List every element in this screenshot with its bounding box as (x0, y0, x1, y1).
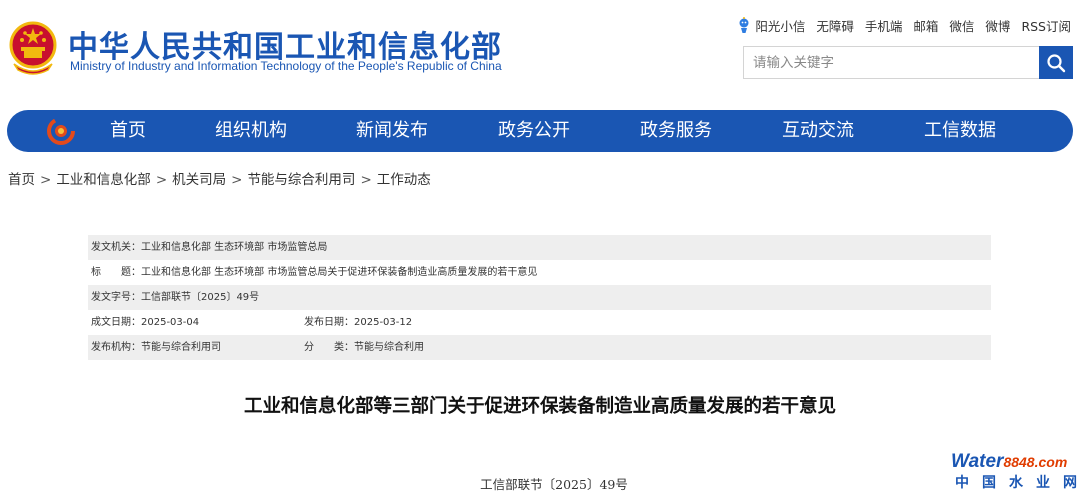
miit-logo-icon[interactable] (47, 117, 75, 145)
top-link-mobile[interactable]: 手机端 (865, 16, 903, 35)
top-links: 阳光小信 无障碍 手机端 邮箱 微信 微博 RSS订阅 (737, 16, 1071, 35)
info-docno-value: 工信部联节〔2025〕49号 (141, 292, 260, 303)
nav-item-home[interactable]: 首页 (110, 110, 146, 152)
info-row-dates: 成文日期：2025-03-04 发布日期：2025-03-12 (88, 310, 991, 335)
document-info-table: 发文机关：工业和信息化部 生态环境部 市场监管总局 标 题：工业和信息化部 生态… (88, 235, 991, 360)
main-nav: 首页 组织机构 新闻发布 政务公开 政务服务 互动交流 工信数据 (7, 110, 1073, 152)
info-org: 发布机构：节能与综合利用司 (91, 335, 221, 360)
nav-item-data[interactable]: 工信数据 (924, 110, 996, 152)
site-header: 中华人民共和国工业和信息化部 Ministry of Industry and … (0, 0, 1080, 100)
watermark-cn: 中国水业网 (955, 475, 1080, 491)
nav-item-interaction[interactable]: 互动交流 (782, 110, 854, 152)
top-link-sunshine[interactable]: 阳光小信 (737, 16, 805, 35)
breadcrumb-home[interactable]: 首页 (8, 172, 35, 188)
breadcrumb-separator: > (155, 172, 168, 188)
article-doc-number: 工信部联节〔2025〕49号 (480, 477, 628, 492)
info-title-label: 标 题： (91, 267, 141, 278)
info-published-value: 2025-03-12 (354, 317, 413, 328)
info-row-org: 发布机构：节能与综合利用司 分 类：节能与综合利用 (88, 335, 991, 360)
watermark-brand-domain: 8848.com (1003, 454, 1068, 470)
info-docno: 发文字号：工信部联节〔2025〕49号 (91, 285, 259, 310)
info-published-label: 发布日期： (304, 317, 354, 328)
breadcrumb-work-news[interactable]: 工作动态 (377, 172, 431, 188)
info-org-label: 发布机构： (91, 342, 141, 353)
nav-item-organization[interactable]: 组织机构 (215, 110, 287, 152)
watermark-brand-word: Water (951, 451, 1004, 472)
info-issuer: 发文机关：工业和信息化部 生态环境部 市场监管总局 (91, 235, 327, 260)
info-issuer-value: 工业和信息化部 生态环境部 市场监管总局 (141, 242, 328, 253)
info-title-value: 工业和信息化部 生态环境部 市场监管总局关于促进环保装备制造业高质量发展的若干意… (141, 267, 538, 278)
info-category-label: 分 类： (304, 342, 354, 353)
nav-item-gov-services[interactable]: 政务服务 (640, 110, 712, 152)
top-link-rss[interactable]: RSS订阅 (1021, 16, 1071, 35)
watermark-logo: Water8848.com 中国水业网 (951, 451, 1080, 495)
breadcrumb-separator: > (231, 172, 243, 188)
breadcrumb-miit[interactable]: 工业和信息化部 (56, 172, 151, 188)
top-link-weibo[interactable]: 微博 (985, 16, 1010, 35)
top-link-mail[interactable]: 邮箱 (913, 16, 938, 35)
search-button[interactable] (1039, 46, 1073, 79)
top-link-label: 阳光小信 (755, 19, 806, 34)
info-category: 分 类：节能与综合利用 (304, 335, 424, 360)
breadcrumb-separator: > (40, 172, 52, 188)
watermark-brand: Water8848.com (951, 451, 1075, 473)
info-created-value: 2025-03-04 (141, 317, 200, 328)
info-row-issuer: 发文机关：工业和信息化部 生态环境部 市场监管总局 (88, 235, 991, 260)
article-title: 工业和信息化部等三部门关于促进环保装备制造业高质量发展的若干意见 (243, 396, 836, 417)
info-title: 标 题：工业和信息化部 生态环境部 市场监管总局关于促进环保装备制造业高质量发展… (91, 260, 537, 285)
info-docno-label: 发文字号： (91, 292, 141, 303)
breadcrumb-energy-dept[interactable]: 节能与综合利用司 (247, 172, 355, 188)
info-issuer-label: 发文机关： (91, 242, 141, 253)
info-created: 成文日期：2025-03-04 (91, 310, 199, 335)
site-subtitle: Ministry of Industry and Information Tec… (70, 59, 502, 73)
info-published: 发布日期：2025-03-12 (304, 310, 412, 335)
national-emblem-icon[interactable] (8, 20, 58, 76)
search-box (743, 46, 1073, 79)
top-link-wechat[interactable]: 微信 (949, 16, 974, 35)
search-icon (1047, 53, 1066, 72)
nav-item-gov-affairs[interactable]: 政务公开 (498, 110, 570, 152)
info-category-value: 节能与综合利用 (354, 342, 424, 353)
info-row-title: 标 题：工业和信息化部 生态环境部 市场监管总局关于促进环保装备制造业高质量发展… (88, 260, 991, 285)
info-created-label: 成文日期： (91, 317, 141, 328)
info-row-docno: 发文字号：工信部联节〔2025〕49号 (88, 285, 991, 310)
breadcrumb-separator: > (360, 172, 372, 188)
nav-item-news[interactable]: 新闻发布 (356, 110, 428, 152)
top-link-accessibility[interactable]: 无障碍 (816, 16, 854, 35)
search-input[interactable] (744, 47, 1040, 78)
mascot-icon (739, 17, 749, 33)
info-org-value: 节能与综合利用司 (141, 342, 221, 353)
breadcrumb-departments[interactable]: 机关司局 (172, 172, 226, 188)
breadcrumb: 首页 > 工业和信息化部 > 机关司局 > 节能与综合利用司 > 工作动态 (8, 168, 431, 188)
